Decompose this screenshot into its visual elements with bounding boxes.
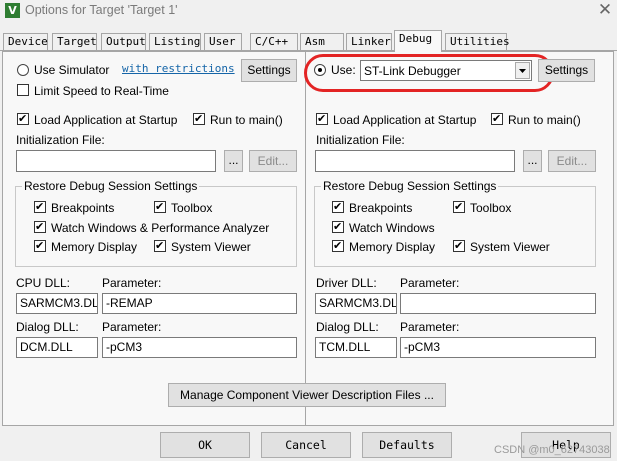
left-edit-button[interactable]: Edit... xyxy=(249,150,297,172)
tab-strip: Device Target Output Listing User C/C++ … xyxy=(0,30,617,52)
right-dialog-param-input[interactable]: -pCM3 xyxy=(400,337,596,358)
left-system-viewer-checkbox[interactable] xyxy=(154,238,166,254)
use-debugger-radio[interactable] xyxy=(314,64,326,76)
driver-dll-input[interactable]: SARMCM3.DLL xyxy=(315,293,397,314)
cpu-param-label: Parameter: xyxy=(102,276,162,290)
limit-speed-label: Limit Speed to Real-Time xyxy=(34,84,169,98)
left-restore-group-title: Restore Debug Session Settings xyxy=(22,179,200,193)
ok-button[interactable]: OK xyxy=(160,432,250,458)
right-run-to-main-label: Run to main() xyxy=(508,113,581,127)
keil-app-icon: V xyxy=(5,3,20,18)
simulator-settings-button[interactable]: Settings xyxy=(241,59,297,82)
left-dialog-dll-input[interactable]: DCM.DLL xyxy=(16,337,98,358)
left-init-file-label: Initialization File: xyxy=(16,133,105,147)
tab-linker[interactable]: Linker xyxy=(346,33,392,51)
left-system-viewer-label: System Viewer xyxy=(171,240,251,254)
tab-utilities[interactable]: Utilities xyxy=(445,33,510,51)
right-run-to-main-checkbox[interactable] xyxy=(491,111,503,127)
cpu-param-input[interactable]: -REMAP xyxy=(102,293,297,314)
cpu-dll-label: CPU DLL: xyxy=(16,276,71,290)
manage-component-viewer-button[interactable]: Manage Component Viewer Description File… xyxy=(168,383,446,407)
debugger-settings-button[interactable]: Settings xyxy=(538,59,595,82)
driver-dll-label: Driver DLL: xyxy=(316,276,377,290)
tab-target[interactable]: Target xyxy=(52,33,97,51)
tab-debug[interactable]: Debug xyxy=(394,30,442,52)
watermark-text: CSDN @m0_62743038 xyxy=(494,444,610,456)
left-dialog-param-label: Parameter: xyxy=(102,320,162,334)
left-memory-label: Memory Display xyxy=(51,240,138,254)
left-dialog-dll-label: Dialog DLL: xyxy=(16,320,79,334)
right-init-file-input[interactable] xyxy=(315,150,515,172)
left-breakpoints-label: Breakpoints xyxy=(51,201,115,215)
use-simulator-radio[interactable] xyxy=(17,64,29,76)
left-watch-checkbox[interactable] xyxy=(34,219,46,235)
right-toolbox-checkbox[interactable] xyxy=(453,199,465,215)
left-toolbox-checkbox[interactable] xyxy=(154,199,166,215)
right-memory-label: Memory Display xyxy=(349,240,436,254)
left-load-app-label: Load Application at Startup xyxy=(34,113,178,127)
left-browse-button[interactable]: ... xyxy=(224,150,243,172)
left-watch-label: Watch Windows & Performance Analyzer xyxy=(51,221,270,235)
use-debugger-label: Use: xyxy=(331,63,356,77)
left-run-to-main-label: Run to main() xyxy=(210,113,283,127)
right-system-viewer-checkbox[interactable] xyxy=(453,238,465,254)
tab-device[interactable]: Device xyxy=(3,33,48,51)
right-dialog-dll-label: Dialog DLL: xyxy=(316,320,379,334)
tab-cpp[interactable]: C/C++ xyxy=(250,33,298,51)
defaults-button[interactable]: Defaults xyxy=(362,432,452,458)
left-toolbox-label: Toolbox xyxy=(171,201,213,215)
window-title: Options for Target 'Target 1' xyxy=(25,3,178,17)
right-system-viewer-label: System Viewer xyxy=(470,240,550,254)
right-dialog-param-label: Parameter: xyxy=(400,320,460,334)
right-browse-button[interactable]: ... xyxy=(523,150,542,172)
right-watch-label: Watch Windows xyxy=(349,221,435,235)
right-dialog-dll-input[interactable]: TCM.DLL xyxy=(315,337,397,358)
left-load-app-checkbox[interactable] xyxy=(17,111,29,127)
left-breakpoints-checkbox[interactable] xyxy=(34,199,46,215)
debugger-select-value: ST-Link Debugger xyxy=(364,64,461,78)
right-toolbox-label: Toolbox xyxy=(470,201,512,215)
tab-asm[interactable]: Asm xyxy=(300,33,344,51)
right-breakpoints-checkbox[interactable] xyxy=(332,199,344,215)
close-icon[interactable]: ✕ xyxy=(595,0,615,20)
driver-param-label: Parameter: xyxy=(400,276,460,290)
with-restrictions-link[interactable]: with restrictions xyxy=(122,62,235,75)
tab-output[interactable]: Output xyxy=(101,33,146,51)
left-dialog-param-input[interactable]: -pCM3 xyxy=(102,337,297,358)
right-memory-checkbox[interactable] xyxy=(332,238,344,254)
right-load-app-checkbox[interactable] xyxy=(316,111,328,127)
left-run-to-main-checkbox[interactable] xyxy=(193,111,205,127)
tab-user[interactable]: User xyxy=(204,33,242,51)
driver-param-input[interactable] xyxy=(400,293,596,314)
use-simulator-label: Use Simulator xyxy=(34,63,110,77)
right-load-app-label: Load Application at Startup xyxy=(333,113,477,127)
right-breakpoints-label: Breakpoints xyxy=(349,201,413,215)
tab-listing[interactable]: Listing xyxy=(149,33,201,51)
limit-speed-checkbox[interactable] xyxy=(17,84,29,96)
right-edit-button[interactable]: Edit... xyxy=(548,150,596,172)
right-watch-checkbox[interactable] xyxy=(332,219,344,235)
panel-separator xyxy=(305,51,306,426)
left-memory-checkbox[interactable] xyxy=(34,238,46,254)
right-init-file-label: Initialization File: xyxy=(316,133,405,147)
chevron-down-icon[interactable] xyxy=(515,62,530,79)
right-restore-group-title: Restore Debug Session Settings xyxy=(321,179,499,193)
left-init-file-input[interactable] xyxy=(16,150,216,172)
cancel-button[interactable]: Cancel xyxy=(261,432,351,458)
cpu-dll-input[interactable]: SARMCM3.DLL xyxy=(16,293,98,314)
